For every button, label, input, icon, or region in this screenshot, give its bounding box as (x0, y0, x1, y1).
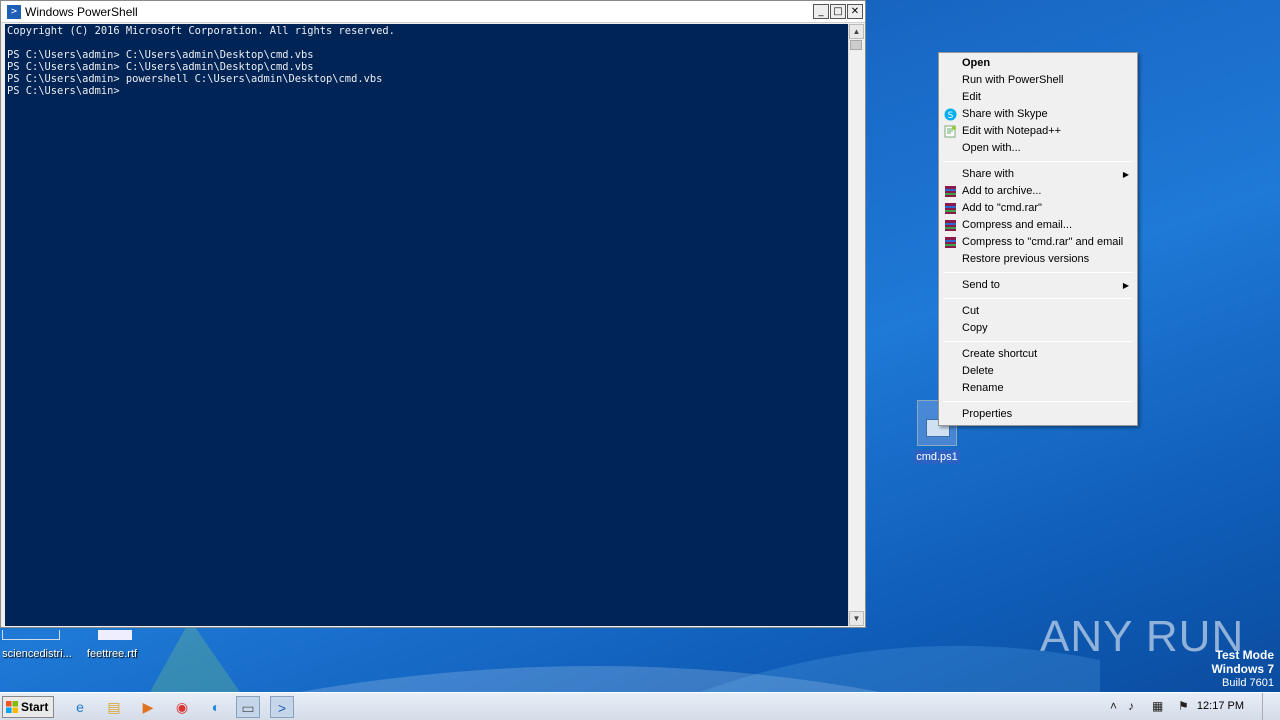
menu-item-label: Cut (962, 305, 980, 317)
rtf-file-icon (98, 630, 132, 640)
menu-item-label: Edit with Notepad++ (962, 125, 1062, 137)
scroll-up-arrow-icon[interactable]: ▲ (849, 24, 864, 39)
menu-item-label: Rename (962, 382, 1004, 394)
start-button[interactable]: Start (2, 696, 54, 718)
submenu-arrow-icon: ▶ (1122, 281, 1129, 290)
test-mode-label: Test Mode (1215, 648, 1274, 662)
notepadpp-icon (944, 125, 956, 138)
winrar-icon (945, 220, 956, 231)
menu-separator (943, 401, 1133, 402)
minimize-button[interactable]: _ (813, 4, 829, 19)
menu-separator (943, 161, 1133, 162)
console-line: PS C:\Users\admin> C:\Users\admin\Deskto… (7, 49, 314, 61)
scroll-down-arrow-icon[interactable]: ▼ (849, 611, 864, 626)
desktop-icon-sciencedistri[interactable]: sciencedistri... (0, 630, 74, 660)
media-player-icon[interactable]: ▶ (136, 696, 160, 718)
powershell-window[interactable]: > Windows PowerShell _ □ ✕ Copyright (C)… (0, 0, 866, 628)
menu-item-label: Properties (962, 408, 1013, 420)
vertical-scrollbar[interactable]: ▲ ▼ (848, 24, 864, 626)
menu-item-label: Copy (962, 322, 988, 334)
winrar-icon (945, 237, 956, 248)
menu-item-label: Create shortcut (962, 348, 1038, 360)
menu-item-label: Open with... (962, 142, 1021, 154)
menu-item-send-to[interactable]: Send to ▶ (941, 277, 1135, 294)
powershell-titlebar[interactable]: > Windows PowerShell _ □ ✕ (1, 1, 865, 23)
start-label: Start (21, 700, 49, 714)
show-desktop-button[interactable] (1262, 693, 1280, 720)
menu-item-label: Send to (962, 279, 1000, 291)
winrar-icon (945, 203, 956, 214)
menu-item-add-to-cmd-rar[interactable]: Add to "cmd.rar" (941, 200, 1135, 217)
menu-separator (943, 272, 1133, 273)
context-menu[interactable]: Open Run with PowerShell Edit S Share wi… (938, 52, 1138, 426)
menu-item-label: Restore previous versions (962, 253, 1090, 265)
menu-item-run-with-powershell[interactable]: Run with PowerShell (941, 72, 1135, 89)
menu-item-label: Edit (962, 91, 981, 103)
menu-item-open[interactable]: Open (941, 55, 1135, 72)
menu-item-edit-with-notepadpp[interactable]: Edit with Notepad++ (941, 123, 1135, 140)
close-button[interactable]: ✕ (847, 4, 863, 19)
action-center-flag-icon[interactable]: ⚑ (1178, 699, 1189, 713)
window-title: Windows PowerShell (25, 4, 138, 19)
menu-separator (943, 341, 1133, 342)
menu-item-label: Add to "cmd.rar" (962, 202, 1042, 214)
submenu-arrow-icon: ▶ (1122, 170, 1129, 179)
menu-item-label: Compress and email... (962, 219, 1073, 231)
menu-item-label: Share with (962, 168, 1014, 180)
internet-explorer-icon[interactable]: e (68, 696, 92, 718)
desktop-icon-label: feettree.rtf (86, 648, 138, 660)
desktop-icon-label: sciencedistri... (2, 648, 72, 660)
menu-item-label: Delete (962, 365, 994, 377)
console-output[interactable]: Copyright (C) 2016 Microsoft Corporation… (5, 24, 848, 626)
menu-item-open-with[interactable]: Open with... (941, 140, 1135, 157)
menu-item-label: Add to archive... (962, 185, 1042, 197)
taskbar: Start e ▤ ▶ ◉ ◐ ▭ > ˄ ♪ ▦ ⚑ 12:17 PM (0, 692, 1280, 720)
menu-item-delete[interactable]: Delete (941, 363, 1135, 380)
os-label: Windows 7 (1211, 662, 1274, 676)
console-line: PS C:\Users\admin> powershell C:\Users\a… (7, 73, 383, 85)
test-mode-notice: Test Mode Windows 7 Build 7601 (1211, 648, 1274, 690)
network-icon[interactable]: ▦ (1152, 699, 1163, 713)
menu-item-compress-to-cmd-rar-and-email[interactable]: Compress to "cmd.rar" and email (941, 234, 1135, 251)
menu-item-compress-and-email[interactable]: Compress and email... (941, 217, 1135, 234)
menu-item-create-shortcut[interactable]: Create shortcut (941, 346, 1135, 363)
show-hidden-icons-icon[interactable]: ˄ (1110, 699, 1117, 713)
menu-item-copy[interactable]: Copy (941, 320, 1135, 337)
notepad-taskbar-icon[interactable]: ▭ (236, 696, 260, 718)
console-line: PS C:\Users\admin> C:\Users\admin\Deskto… (7, 61, 314, 73)
menu-item-properties[interactable]: Properties (941, 406, 1135, 423)
menu-item-cut[interactable]: Cut (941, 303, 1135, 320)
edge-icon[interactable]: ◐ (204, 696, 228, 718)
desktop-icon-label: cmd.ps1 (914, 450, 960, 464)
menu-item-restore-previous-versions[interactable]: Restore previous versions (941, 251, 1135, 268)
menu-item-add-to-archive[interactable]: Add to archive... (941, 183, 1135, 200)
menu-separator (943, 298, 1133, 299)
menu-item-label: Compress to "cmd.rar" and email (962, 236, 1124, 248)
menu-item-share-with[interactable]: Share with ▶ (941, 166, 1135, 183)
console-line: Copyright (C) 2016 Microsoft Corporation… (7, 25, 395, 37)
winrar-icon (945, 186, 956, 197)
svg-text:S: S (948, 111, 954, 121)
menu-item-rename[interactable]: Rename (941, 380, 1135, 397)
windows-logo-icon (6, 701, 18, 713)
console-line: PS C:\Users\admin> (7, 85, 120, 97)
menu-item-share-with-skype[interactable]: S Share with Skype (941, 106, 1135, 123)
skype-icon: S (944, 108, 957, 121)
menu-item-label: Run with PowerShell (962, 74, 1064, 86)
menu-item-label: Open (962, 57, 991, 69)
desktop-icon-feettree[interactable]: feettree.rtf (78, 630, 146, 660)
powershell-icon: > (7, 4, 21, 19)
maximize-button[interactable]: □ (830, 4, 846, 19)
scroll-thumb[interactable] (850, 40, 862, 50)
volume-icon[interactable]: ♪ (1128, 699, 1134, 713)
menu-item-edit[interactable]: Edit (941, 89, 1135, 106)
menu-item-label: Share with Skype (962, 108, 1048, 120)
chrome-icon[interactable]: ◉ (170, 696, 194, 718)
file-icon (2, 630, 60, 640)
file-explorer-icon[interactable]: ▤ (102, 696, 126, 718)
clock[interactable]: 12:17 PM (1197, 700, 1244, 712)
powershell-taskbar-icon[interactable]: > (270, 696, 294, 718)
build-label: Build 7601 (1222, 677, 1274, 689)
